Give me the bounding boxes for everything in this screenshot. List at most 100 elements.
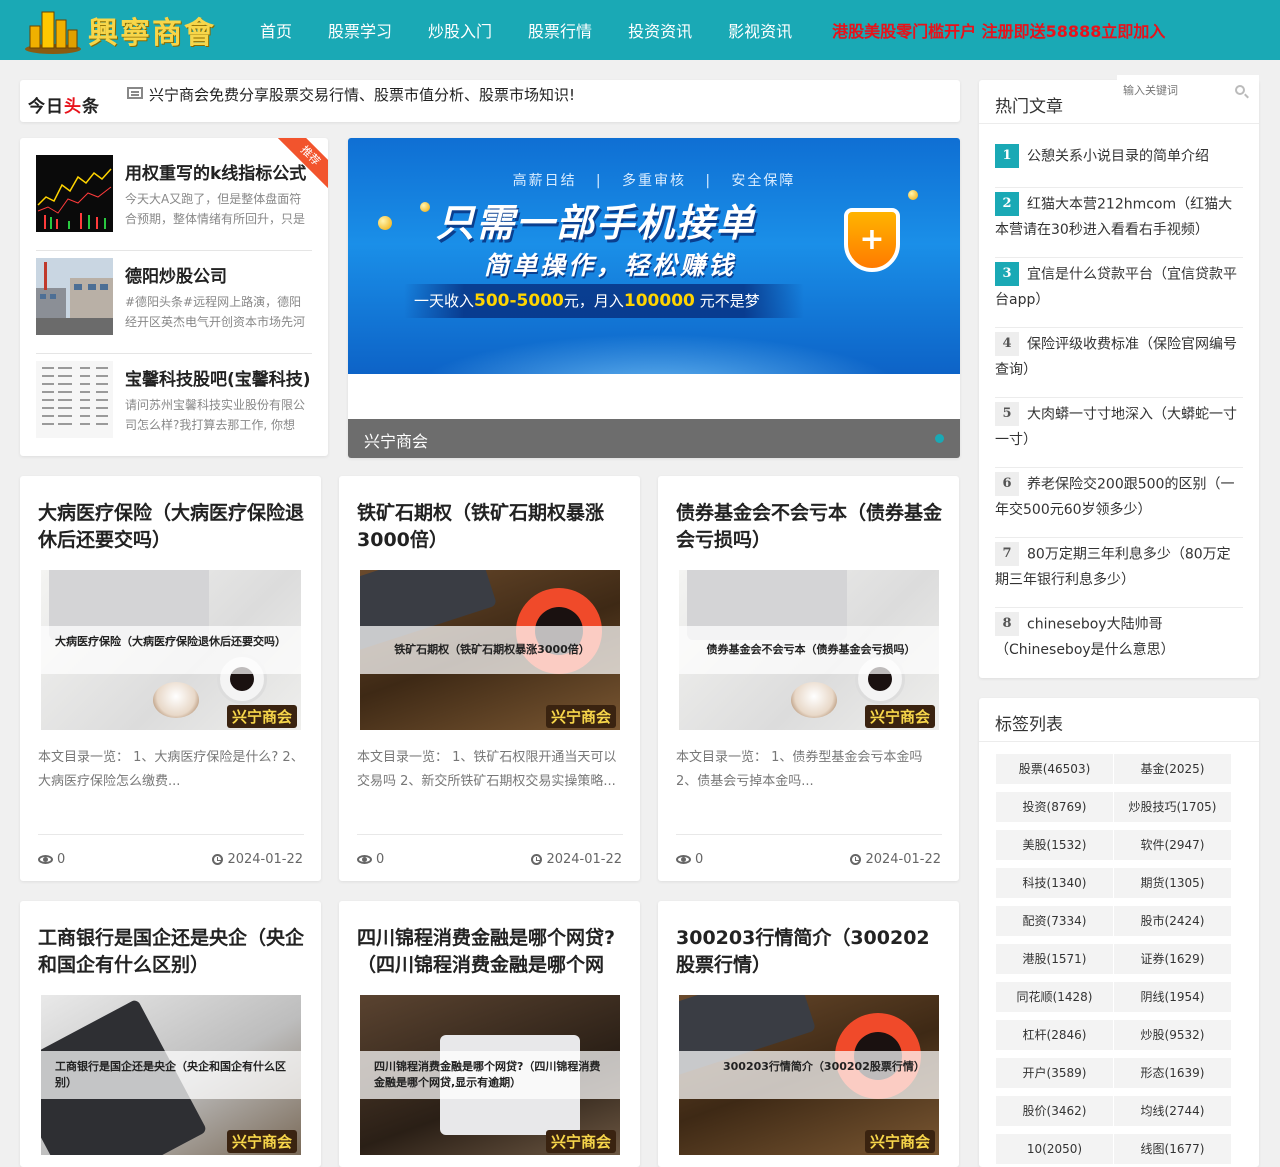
main-nav: 首页 股票学习 炒股入门 股票行情 投资资讯 影视资讯 港股美股零门槛开户 注册… — [260, 0, 1165, 60]
hot-article-title: 80万定期三年利息多少（80万定期三年银行利息多少） — [995, 546, 1231, 588]
banner-caption: 兴宁商会 — [348, 419, 960, 458]
article-card[interactable]: 工商银行是国企还是央企（央企和国企有什么区别） 工商银行是国企还是央企（央企和国… — [20, 901, 321, 1167]
card-divider — [357, 834, 623, 835]
card-title: 铁矿石期权（铁矿石期权暴涨3000倍） — [357, 502, 605, 551]
rec-thumbnail — [36, 258, 113, 335]
article-card[interactable]: 铁矿石期权（铁矿石期权暴涨3000倍） 铁矿石期权（铁矿石期权暴涨3000倍） … — [339, 476, 640, 881]
tag-item[interactable]: 同花顺(1428) — [996, 982, 1113, 1012]
card-date: 2024-01-22 — [850, 852, 941, 867]
hot-article-title: 红猫大本营212hmcom（红猫大本营请在30秒进入看看右手视频） — [995, 196, 1233, 238]
card-logo-badge: 兴宁商会 — [545, 1130, 616, 1153]
card-views: 0 — [676, 852, 703, 867]
banner-slider[interactable]: 高薪日结 | 多重审核 | 安全保障 只需一部手机接单 简单操作，轻松赚钱 一天… — [348, 138, 960, 458]
rank-badge: 5 — [995, 402, 1019, 426]
tag-item[interactable]: 形态(1639) — [1114, 1058, 1231, 1088]
card-divider — [676, 834, 942, 835]
hot-articles-box: 热门文章 1 公憩关系小说目录的简单介绍 2 红猫大本营212hmcom（红猫大本营… — [979, 80, 1259, 678]
list-item[interactable]: 1 公憩关系小说目录的简单介绍 — [995, 136, 1243, 188]
tag-item[interactable]: 股票(46503) — [996, 754, 1113, 784]
tag-item[interactable]: 均线(2744) — [1114, 1096, 1231, 1126]
tags-box: 标签列表 股票(46503) 基金(2025) 投资(8769) 炒股技巧(17… — [979, 698, 1259, 1167]
tag-item[interactable]: 软件(2947) — [1114, 830, 1231, 860]
headline-brand-a: 今日 — [28, 97, 64, 117]
list-item[interactable]: 4 保险评级收费标准（保险官网编号查询） — [995, 328, 1243, 398]
card-overlay-text: 债券基金会不会亏本（债券基金会亏损吗） — [706, 643, 916, 656]
nav-beginner[interactable]: 炒股入门 — [428, 18, 492, 42]
tag-item[interactable]: 投资(8769) — [996, 792, 1113, 822]
nav-home[interactable]: 首页 — [260, 18, 292, 42]
clock-icon — [531, 854, 543, 865]
tag-item[interactable]: 10(2050) — [996, 1134, 1113, 1164]
tag-item[interactable]: 科技(1340) — [996, 868, 1113, 898]
article-card[interactable]: 大病医疗保险（大病医疗保险退休后还要交吗） 大病医疗保险（大病医疗保险退休后还要… — [20, 476, 321, 881]
list-item[interactable]: 5 大肉蟒一寸寸地深入（大蟒蛇一寸一寸） — [995, 398, 1243, 468]
tag-item[interactable]: 炒股(9532) — [1114, 1020, 1231, 1050]
headline-text[interactable]: 兴宁商会免费分享股票交易行情、股票市值分析、股票市场知识! — [149, 84, 575, 105]
nav-promo-link[interactable]: 港股美股零门槛开户 注册即送58888立即加入 — [832, 18, 1165, 42]
banner-image: 高薪日结 | 多重审核 | 安全保障 只需一部手机接单 简单操作，轻松赚钱 一天… — [348, 138, 960, 374]
list-item[interactable]: 2 红猫大本营212hmcom（红猫大本营请在30秒进入看看右手视频） — [995, 188, 1243, 258]
tag-item[interactable]: 配资(7334) — [996, 906, 1113, 936]
card-title: 四川锦程消费金融是哪个网贷?（四川锦程消费金融是哪个网贷, — [357, 927, 616, 976]
coin-icon — [908, 190, 918, 200]
list-item[interactable]: 8 chineseboy大陆帅哥（Chineseboy是什么意思） — [995, 608, 1243, 668]
list-item[interactable]: 7 80万定期三年利息多少（80万定期三年银行利息多少） — [995, 538, 1243, 608]
banner-note: 一天收入500-5000元，月入100000 元不是梦 — [414, 290, 760, 311]
tag-item[interactable]: 港股(1571) — [996, 944, 1113, 974]
card-logo-badge: 兴宁商会 — [864, 1130, 935, 1153]
article-card[interactable]: 四川锦程消费金融是哪个网贷?（四川锦程消费金融是哪个网贷, 四川锦程消费金融是哪… — [339, 901, 640, 1167]
rec-title: 用权重写的k线指标公式 — [125, 164, 307, 184]
site-header: 興寧商會 首页 股票学习 炒股入门 股票行情 投资资讯 影视资讯 港股美股零门槛… — [0, 0, 1280, 60]
tag-item[interactable]: 证券(1629) — [1114, 944, 1231, 974]
slider-dot[interactable] — [935, 434, 944, 443]
rank-badge: 2 — [995, 192, 1019, 216]
list-item[interactable]: 3 宜信是什么贷款平台（宜信贷款平台app） — [995, 258, 1243, 328]
tag-item[interactable]: 股市(2424) — [1114, 906, 1231, 936]
list-item[interactable]: 6 养老保险交200跟500的区别（一年交500元60岁领多少） — [995, 468, 1243, 538]
tag-item[interactable]: 阴线(1954) — [1114, 982, 1231, 1012]
tag-item[interactable]: 杠杆(2846) — [996, 1020, 1113, 1050]
rec-thumbnail — [36, 361, 113, 438]
list-item[interactable]: 德阳炒股公司 #德阳头条#远程网上路演，德阳经开区英杰电气开创资本市场先河 — [36, 258, 312, 354]
hot-article-title: 公憩关系小说目录的简单介绍 — [1027, 148, 1209, 165]
rec-desc: 今天大A又跑了，但是整体盘面符合预期，整体情绪有所回升，只是 — [125, 192, 306, 226]
tag-item[interactable]: 基金(2025) — [1114, 754, 1231, 784]
site-logo[interactable]: 興寧商會 — [24, 4, 224, 56]
rank-badge: 6 — [995, 472, 1019, 496]
card-image: 铁矿石期权（铁矿石期权暴涨3000倍） 兴宁商会 — [360, 570, 620, 730]
nav-film-news[interactable]: 影视资讯 — [728, 18, 792, 42]
card-date-text: 2024-01-22 — [865, 852, 941, 867]
headline-brand: 今日头条 — [28, 92, 100, 117]
tag-item[interactable]: 股价(3462) — [996, 1096, 1113, 1126]
card-overlay-text: 铁矿石期权（铁矿石期权暴涨3000倍） — [394, 643, 590, 656]
hot-article-title: 保险评级收费标准（保险官网编号查询） — [995, 336, 1237, 378]
hot-article-title: 宜信是什么贷款平台（宜信贷款平台app） — [995, 266, 1237, 308]
headline-brand-c: 条 — [82, 97, 100, 117]
card-views-count: 0 — [57, 852, 66, 867]
banner-top-line: 高薪日结 | 多重审核 | 安全保障 — [512, 173, 796, 189]
article-card[interactable]: 债券基金会不会亏本（债券基金会亏损吗） 债券基金会不会亏本（债券基金会亏损吗） … — [658, 476, 959, 881]
list-item[interactable]: 用权重写的k线指标公式 今天大A又跑了，但是整体盘面符合预期，整体情绪有所回升，… — [36, 155, 312, 251]
card-title: 大病医疗保险（大病医疗保险退休后还要交吗） — [38, 502, 305, 551]
banner-globe — [408, 334, 908, 374]
card-overlay-text: 四川锦程消费金融是哪个网贷?（四川锦程消费金融是哪个网贷,显示有逾期） — [374, 1060, 601, 1089]
hot-articles-title: 热门文章 — [995, 97, 1063, 117]
eye-icon — [357, 855, 372, 864]
clock-icon — [850, 854, 862, 865]
nav-investment-news[interactable]: 投资资讯 — [628, 18, 692, 42]
tag-item[interactable]: 开户(3589) — [996, 1058, 1113, 1088]
tag-item[interactable]: 美股(1532) — [996, 830, 1113, 860]
article-card[interactable]: 300203行情简介（300202股票行情） 300203行情简介（300202… — [658, 901, 959, 1167]
note-c: 元，月入 — [563, 292, 624, 310]
shield-icon — [844, 208, 900, 272]
search-icon[interactable] — [1235, 85, 1245, 95]
search-box — [1117, 75, 1259, 105]
tag-item[interactable]: 期货(1305) — [1114, 868, 1231, 898]
nav-stock-learning[interactable]: 股票学习 — [328, 18, 392, 42]
tag-item[interactable]: 炒股技巧(1705) — [1114, 792, 1231, 822]
newspaper-icon — [127, 87, 143, 99]
tag-item[interactable]: 线图(1677) — [1114, 1134, 1231, 1164]
nav-market[interactable]: 股票行情 — [528, 18, 592, 42]
clock-icon — [212, 854, 224, 865]
list-item[interactable]: 宝馨科技股吧(宝馨科技) 请问苏州宝馨科技实业股份有限公司怎么样?我打算去那工作… — [36, 361, 312, 456]
